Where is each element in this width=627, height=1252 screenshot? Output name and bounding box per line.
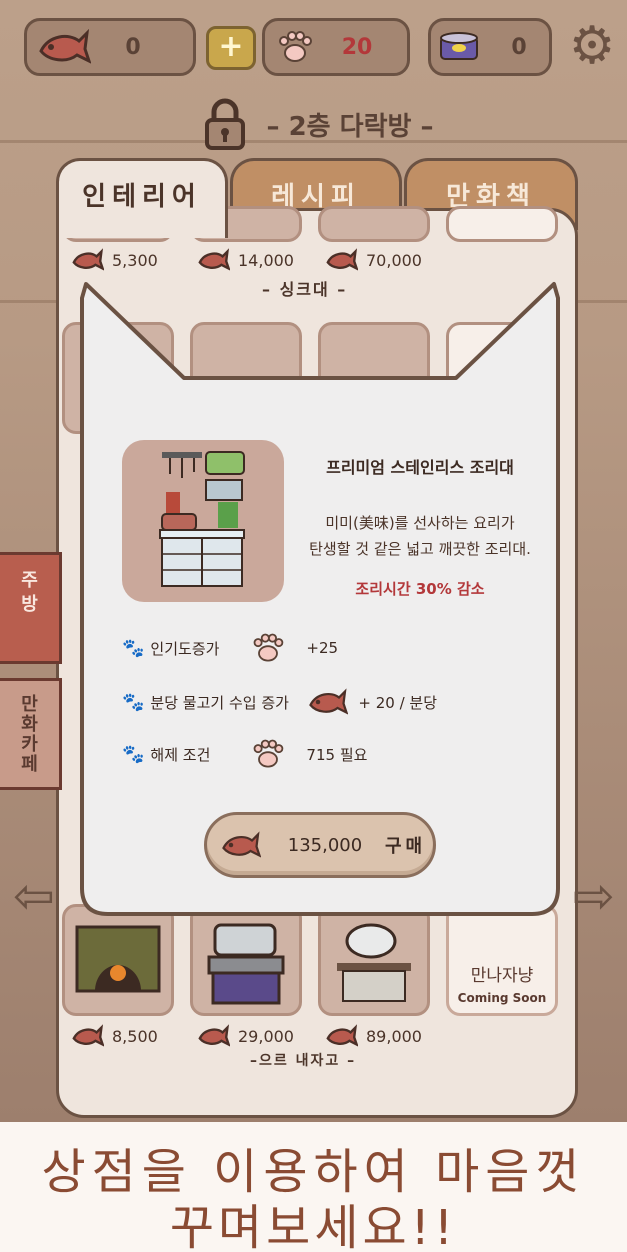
promo-caption: 상점을 이용하여 마음껏 꾸며보세요!! [0,1122,627,1252]
side-tab-kitchen[interactable]: 주방 [0,552,62,664]
popularity-counter: 20 [262,18,410,76]
item-price: 70,000 [366,250,422,270]
popularity-count: 20 [341,34,373,60]
prev-arrow-button[interactable]: ⇦ [6,868,62,924]
coming-soon-slot [446,206,558,242]
buy-button[interactable]: 135,000 구매 [204,812,436,878]
item-price: 89,000 [366,1026,422,1046]
coming-soon-title: 만나자냥 [470,966,534,986]
side-tab-manga-cafe[interactable]: 만화카페 [0,678,62,790]
stat-row-popularity: 🐾 인기도증가 +25 [122,628,338,668]
fish-icon [222,831,261,858]
buy-price: 135,000 [287,834,363,856]
price-row: 5,300 [70,248,158,272]
fish-icon [309,688,349,715]
floor-title: – 2층 다락방 – [266,112,434,142]
item-slot[interactable] [318,904,430,1016]
fish-icon [198,1024,230,1047]
item-name: 프리미엄 스테인리스 조리대 [326,458,514,477]
paw-icon: 🐾 [122,743,145,765]
tab-interior[interactable]: 인테리어 [56,158,228,238]
item-effect: 조리시간 30% 감소 [355,580,485,598]
stat-value: + 20 / 분당 [358,693,438,712]
item-price: 29,000 [238,1026,294,1046]
price-row: 89,000 [324,1024,422,1048]
side-tab-label: 만화카페 [21,694,38,775]
item-detail-modal: 프리미엄 스테인리스 조리대 미미(美味)를 선사하는 요리가 탄생할 것 같은… [80,278,560,918]
caption-line-2: 꾸며보세요!! [169,1200,458,1252]
side-tab-label: 주방 [21,570,38,615]
item-slot[interactable] [62,904,174,1016]
price-row: 14,000 [196,248,294,272]
buy-label: 구매 [385,836,427,857]
section-label-bottom: –으르 내자고 – [250,1053,357,1069]
fish-icon [72,1024,104,1047]
oven-image [75,925,161,993]
fish-counter: 0 [24,18,196,76]
paw-icon [254,739,284,768]
item-price: 8,500 [112,1026,158,1046]
price-row: 29,000 [196,1024,294,1048]
stat-value: 715 필요 [306,745,368,764]
paw-icon: 🐾 [122,637,145,659]
lock-icon [205,98,245,150]
price-row: 70,000 [324,248,422,272]
item-image [122,440,284,602]
fish-icon [326,248,358,271]
fish-icon [72,248,104,271]
item-price: 5,300 [112,250,158,270]
item-slot[interactable] [318,206,430,242]
stat-label: 분당 물고기 수입 증가 [150,693,289,712]
paw-icon [254,633,284,662]
stat-label: 인기도증가 [150,639,220,658]
fish-icon [326,1024,358,1047]
add-fish-button[interactable]: + [206,26,256,70]
can-counter: 0 [428,18,552,76]
description-line: 미미(美味)를 선사하는 요리가 [325,514,515,532]
rice-cooker-image [337,923,411,1002]
stat-row-unlock: 🐾 해제 조건 715 필요 [122,734,367,774]
coming-soon-label: Coming Soon [457,991,547,1005]
item-description: 미미(美味)를 선사하는 요리가 탄생할 것 같은 넓고 깨끗한 조리대. [290,510,550,562]
next-arrow-button[interactable]: ⇨ [566,868,622,924]
stainless-counter-image [159,451,245,587]
fish-icon [198,248,230,271]
fish-count: 0 [125,34,141,60]
stat-label: 해제 조건 [150,745,211,764]
cat-food-can-icon [440,32,478,60]
stat-value: +25 [306,639,339,657]
stove-image [207,923,285,1005]
item-slot[interactable] [190,904,302,1016]
price-row: 8,500 [70,1024,158,1048]
item-price: 14,000 [238,250,294,270]
stat-row-fish-income: 🐾 분당 물고기 수입 증가 + 20 / 분당 [122,682,437,722]
gear-icon[interactable]: ⚙ [564,18,620,74]
paw-icon: 🐾 [122,691,145,713]
coming-soon-slot: 만나자냥 Coming Soon [446,904,558,1016]
game-screen: 0 + 20 0 ⚙ – 2층 다락방 – 인테리어 레시피 만화책 5,300… [0,0,627,1122]
can-count: 0 [511,34,527,60]
description-line: 탄생할 것 같은 넓고 깨끗한 조리대. [309,540,531,558]
